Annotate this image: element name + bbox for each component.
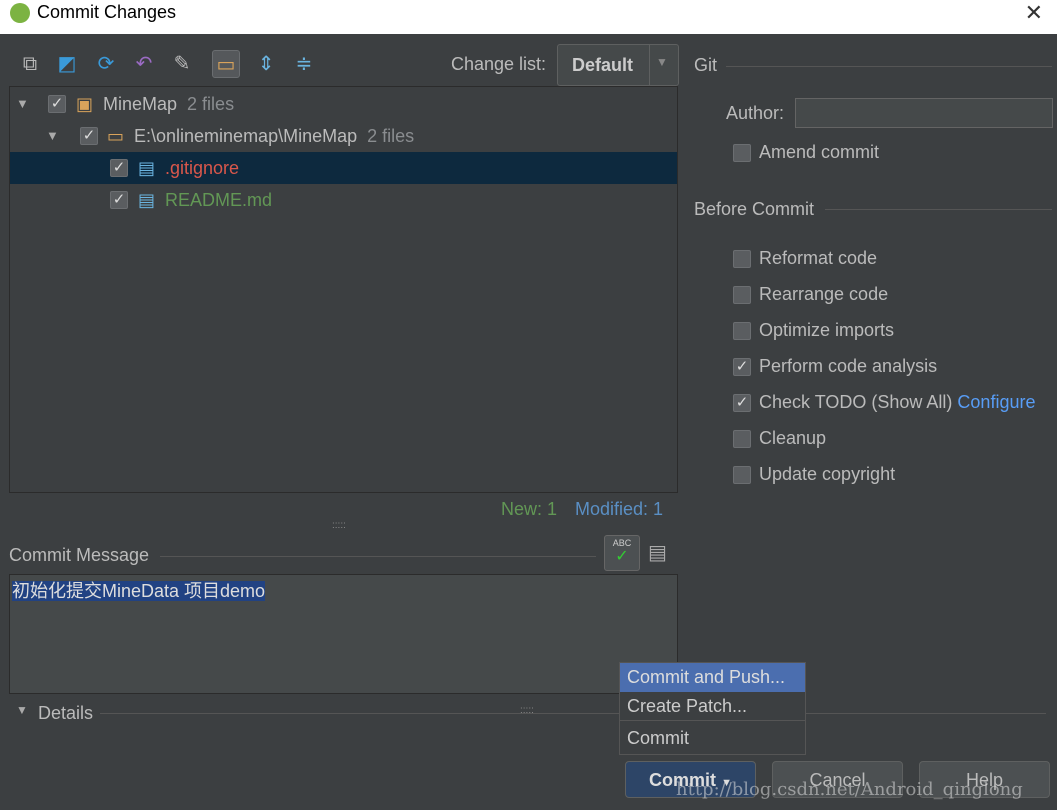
before-commit-label: Before Commit xyxy=(694,199,815,219)
new-count: New: 1 xyxy=(501,499,558,519)
option-checkbox-5[interactable]: ✓Cleanup xyxy=(733,428,826,449)
commit-message-label: Commit Message xyxy=(9,545,150,565)
option-checkbox-3[interactable]: ✓ Perform code analysis xyxy=(733,356,937,377)
chevron-down-icon: ▼ xyxy=(656,55,668,69)
refresh-icon[interactable]: ⟳ xyxy=(92,50,120,78)
group-by-directory-icon[interactable]: ▭ xyxy=(212,50,240,78)
option-checkbox-0[interactable]: ✓Reformat code xyxy=(733,248,877,269)
checkbox[interactable]: ✓ xyxy=(733,430,751,449)
rollback-icon[interactable]: ↶ xyxy=(130,50,158,78)
android-studio-logo-icon xyxy=(10,3,30,23)
checkbox[interactable]: ✓ xyxy=(80,127,98,145)
checkbox[interactable]: ✓ xyxy=(733,394,751,413)
amend-commit-checkbox[interactable]: ✓Amend commit xyxy=(733,142,879,163)
file-icon: ▤ xyxy=(138,190,156,210)
commit-dropdown-menu: Commit and Push... Create Patch... Commi… xyxy=(619,662,806,755)
move-to-changelist-icon[interactable]: ◩ xyxy=(53,50,81,78)
details-toggle-icon[interactable]: ▼ xyxy=(16,703,28,717)
title-bar: Commit Changes ✕ xyxy=(0,0,1057,34)
checkbox[interactable]: ✓ xyxy=(733,466,751,485)
expand-all-icon[interactable]: ⇕ xyxy=(252,50,280,78)
splitter-handle[interactable]: ::::: xyxy=(520,705,534,716)
checkbox[interactable]: ✓ xyxy=(48,95,66,113)
tree-file-readme[interactable]: ✓ ▤ README.md xyxy=(10,184,677,216)
checkbox[interactable]: ✓ xyxy=(733,250,751,269)
changes-tree[interactable]: ▼ ✓ ▣ MineMap 2 files ▼ ✓ ▭ E:\onlinemin… xyxy=(9,86,678,493)
commit-history-icon[interactable]: ▤ xyxy=(648,540,667,565)
option-checkbox-1[interactable]: ✓Rearrange code xyxy=(733,284,888,305)
git-section-label: Git xyxy=(694,55,718,75)
checkbox[interactable]: ✓ xyxy=(110,191,128,209)
changelist-select[interactable]: Default ▼ xyxy=(557,44,679,86)
option-checkbox-6[interactable]: ✓Update copyright xyxy=(733,464,895,485)
spellcheck-icon[interactable]: ABC ✓ xyxy=(604,535,640,571)
author-input[interactable] xyxy=(795,98,1053,128)
splitter-handle[interactable]: ::::: xyxy=(332,520,346,531)
tree-file-gitignore[interactable]: ✓ ▤ .gitignore xyxy=(10,152,677,184)
checkbox[interactable]: ✓ xyxy=(733,286,751,305)
menu-item-create-patch[interactable]: Create Patch... xyxy=(620,692,805,721)
folder-icon: ▭ xyxy=(107,126,125,146)
module-folder-icon: ▣ xyxy=(76,94,94,114)
node-label: MineMap xyxy=(103,94,178,114)
author-label: Author: xyxy=(726,103,785,123)
expand-arrow-icon[interactable]: ▼ xyxy=(46,120,59,152)
edit-source-icon[interactable]: ✎ xyxy=(168,50,196,78)
expand-arrow-icon[interactable]: ▼ xyxy=(16,88,29,120)
collapse-all-icon[interactable]: ≑ xyxy=(290,50,318,78)
configure-link[interactable]: Configure xyxy=(957,392,1035,412)
watermark: http://blog.csdn.net/Android_qinglong xyxy=(676,779,1023,800)
checkbox[interactable]: ✓ xyxy=(733,358,751,377)
details-label[interactable]: Details xyxy=(38,703,93,724)
tree-node-folder[interactable]: ▼ ✓ ▭ E:\onlineminemap\MineMap 2 files xyxy=(10,120,677,152)
option-checkbox-4[interactable]: ✓ Check TODO (Show All) Configure xyxy=(733,392,1035,413)
close-icon[interactable]: ✕ xyxy=(1025,0,1043,26)
checkbox[interactable]: ✓ xyxy=(733,322,751,341)
modified-count: Modified: 1 xyxy=(575,499,664,519)
changelist-label: Change list: xyxy=(451,54,547,74)
file-icon: ▤ xyxy=(138,158,156,178)
commit-message-input[interactable]: 初始化提交MineData 项目demo xyxy=(9,574,678,694)
menu-item-commit-and-push[interactable]: Commit and Push... xyxy=(620,663,805,692)
checkbox[interactable]: ✓ xyxy=(110,159,128,177)
menu-item-commit[interactable]: Commit xyxy=(620,724,805,753)
tree-node-root[interactable]: ▼ ✓ ▣ MineMap 2 files xyxy=(10,88,677,120)
show-diff-icon[interactable]: ⧉ xyxy=(16,50,44,78)
window-title: Commit Changes xyxy=(37,2,177,22)
option-checkbox-2[interactable]: ✓Optimize imports xyxy=(733,320,894,341)
